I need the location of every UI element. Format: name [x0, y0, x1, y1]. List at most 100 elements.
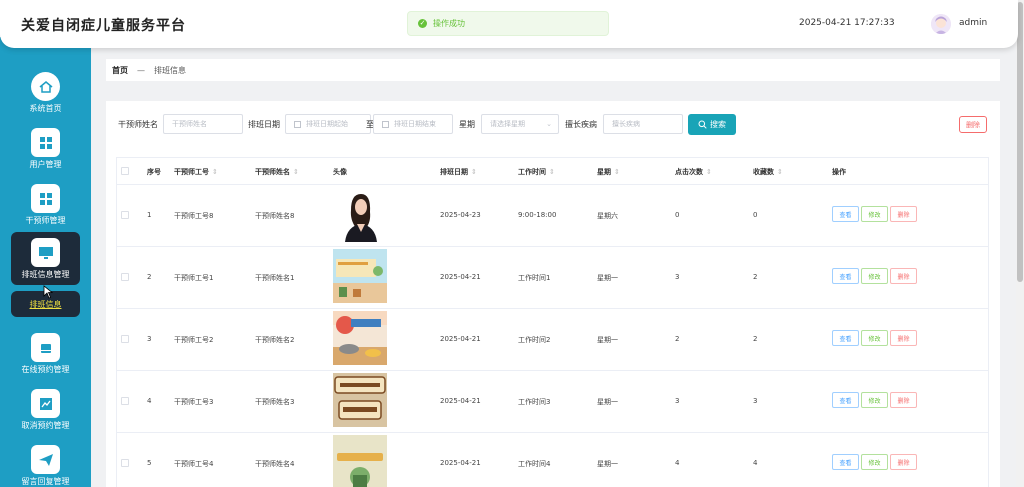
sidebar-item-label: 留言回复管理: [21, 477, 70, 486]
sidebar-item-label: 干预师管理: [25, 216, 66, 225]
row-divider: [117, 246, 988, 247]
select-all-checkbox[interactable]: [121, 167, 129, 175]
view-button[interactable]: 查看: [832, 330, 859, 346]
row-checkbox[interactable]: [121, 211, 129, 219]
sort-icon: ⇕: [471, 168, 477, 176]
avatar-thumbnail-banner: [333, 249, 387, 303]
cell-date: 2025-04-23: [440, 211, 481, 219]
row-checkbox[interactable]: [121, 459, 129, 467]
edit-button[interactable]: 修改: [861, 330, 888, 346]
edit-button[interactable]: 修改: [861, 392, 888, 408]
cell-date: 2025-04-21: [440, 459, 481, 467]
cell-id: 干预师工号8: [174, 212, 214, 220]
name-search-input[interactable]: 干预师姓名: [163, 114, 243, 134]
username[interactable]: admin: [959, 18, 987, 28]
sort-icon: ⇕: [706, 168, 712, 176]
page-scrollbar[interactable]: [1016, 0, 1024, 487]
row-checkbox[interactable]: [121, 397, 129, 405]
cell-id: 干预师工号4: [174, 460, 214, 468]
col-header-id[interactable]: 干预师工号 ⇕: [174, 167, 218, 177]
batch-delete-button[interactable]: 删除: [959, 116, 987, 133]
date-end-input[interactable]: 排班日期结束: [373, 114, 453, 134]
col-header-avatar: 头像: [333, 168, 347, 176]
sidebar-item-label: 用户管理: [29, 160, 62, 169]
col-header-date[interactable]: 排班日期 ⇕: [440, 167, 477, 177]
cell-index: 5: [147, 459, 152, 467]
cell-clicks: 0: [675, 211, 680, 219]
sort-icon: ⇕: [614, 168, 620, 176]
view-button[interactable]: 查看: [832, 392, 859, 408]
cell-favs: 2: [753, 335, 758, 343]
sidebar-item-label: 排班信息管理: [21, 270, 70, 279]
view-button[interactable]: 查看: [832, 206, 859, 222]
search-button[interactable]: 搜索: [688, 114, 736, 135]
current-datetime: 2025-04-21 17:27:33: [799, 18, 895, 28]
edit-button[interactable]: 修改: [861, 454, 888, 470]
mouse-cursor-icon: [43, 285, 53, 299]
date-start-input[interactable]: 排班日期起始: [285, 114, 371, 134]
sidebar-subitem-label: 排班信息: [29, 299, 62, 309]
date-start-placeholder: 排班日期起始: [306, 120, 348, 128]
cell-name: 干预师姓名3: [255, 398, 295, 406]
grid-icon: [31, 128, 60, 157]
row-checkbox[interactable]: [121, 273, 129, 281]
sidebar-item-cancel-booking[interactable]: 取消预约管理: [11, 383, 80, 436]
col-header-favs[interactable]: 收藏数 ⇕: [753, 167, 783, 177]
sidebar-item-messages[interactable]: 留言回复管理: [11, 439, 80, 487]
calendar-icon: [294, 120, 301, 128]
sidebar-item-schedule[interactable]: 排班信息管理: [11, 232, 80, 285]
delete-button[interactable]: 删除: [890, 268, 917, 284]
trend-icon: [31, 389, 60, 418]
filter-label-date: 排班日期: [248, 120, 280, 129]
sidebar-item-label: 在线预约管理: [21, 365, 70, 374]
delete-button[interactable]: 删除: [890, 206, 917, 222]
cell-week: 星期一: [597, 274, 618, 282]
search-button-label: 搜索: [710, 120, 726, 129]
edit-button[interactable]: 修改: [861, 206, 888, 222]
col-header-time[interactable]: 工作时间 ⇕: [518, 167, 555, 177]
avatar-thumbnail-woman-portrait: [333, 188, 387, 242]
specialty-search-input[interactable]: 擅长疾病: [603, 114, 683, 134]
chevron-down-icon: ⌄: [546, 120, 552, 128]
cell-date: 2025-04-21: [440, 273, 481, 281]
sort-icon: ⇕: [212, 168, 218, 176]
cell-week: 星期一: [597, 398, 618, 406]
cell-index: 3: [147, 335, 152, 343]
delete-button[interactable]: 删除: [890, 454, 917, 470]
cell-index: 1: [147, 211, 152, 219]
cell-favs: 0: [753, 211, 758, 219]
scrollbar-thumb[interactable]: [1017, 2, 1023, 282]
week-select[interactable]: 请选择星期 ⌄: [481, 114, 559, 134]
cell-favs: 3: [753, 397, 758, 405]
delete-button[interactable]: 删除: [890, 392, 917, 408]
user-avatar[interactable]: [931, 14, 951, 34]
cell-date: 2025-04-21: [440, 335, 481, 343]
filter-label-week: 星期: [459, 120, 475, 129]
sidebar-item-online-booking[interactable]: 在线预约管理: [11, 327, 80, 380]
cell-week: 星期一: [597, 460, 618, 468]
sidebar-item-home[interactable]: 系统首页: [11, 66, 80, 119]
success-toast: ✓ 操作成功: [407, 11, 609, 36]
col-header-name[interactable]: 干预师姓名 ⇕: [255, 167, 299, 177]
breadcrumb-home[interactable]: 首页: [112, 65, 128, 76]
view-button[interactable]: 查看: [832, 454, 859, 470]
sidebar-item-therapists[interactable]: 干预师管理: [11, 178, 80, 231]
cell-week: 星期六: [597, 212, 618, 220]
row-checkbox[interactable]: [121, 335, 129, 343]
check-circle-icon: ✓: [418, 19, 427, 28]
send-icon: [31, 445, 60, 474]
col-header-week[interactable]: 星期 ⇕: [597, 167, 620, 177]
cell-time: 工作时间3: [518, 398, 551, 406]
breadcrumb-separator: —: [137, 65, 145, 75]
sidebar: 系统首页 用户管理 干预师管理 排班信息管理 排班信息 在线预约管理 取消预约管…: [0, 37, 91, 487]
view-button[interactable]: 查看: [832, 268, 859, 284]
sidebar-item-label: 系统首页: [29, 104, 62, 113]
breadcrumb-current: 排班信息: [154, 65, 186, 75]
sidebar-item-users[interactable]: 用户管理: [11, 122, 80, 175]
edit-button[interactable]: 修改: [861, 268, 888, 284]
cell-id: 干预师工号2: [174, 336, 214, 344]
app-title: 关爱自闭症儿童服务平台: [21, 18, 186, 34]
col-header-clicks[interactable]: 点击次数 ⇕: [675, 167, 712, 177]
cell-clicks: 3: [675, 273, 680, 281]
delete-button[interactable]: 删除: [890, 330, 917, 346]
